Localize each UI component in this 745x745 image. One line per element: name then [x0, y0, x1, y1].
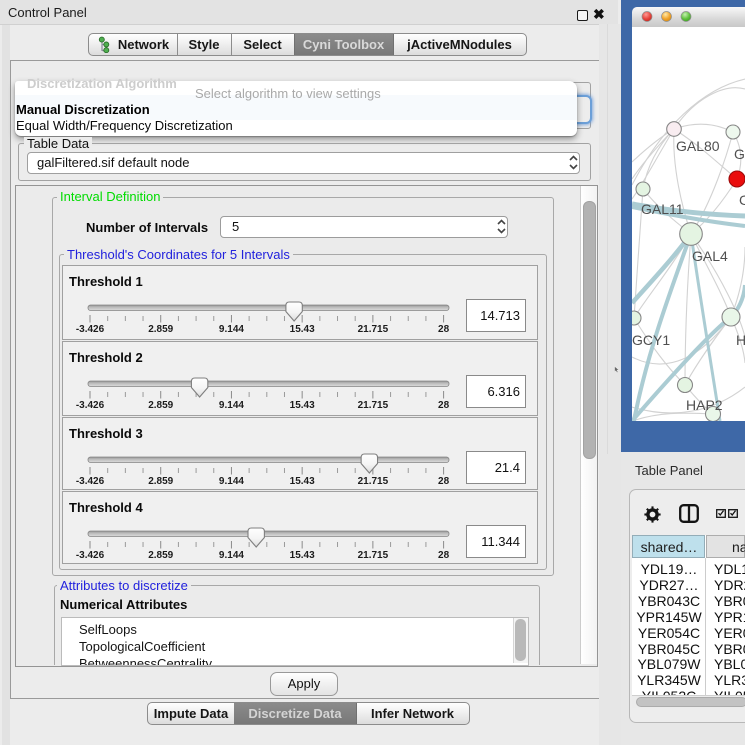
svg-text:-3.426: -3.426 — [76, 400, 105, 411]
svg-text:21.715: 21.715 — [358, 550, 389, 561]
svg-text:9.144: 9.144 — [219, 400, 244, 411]
svg-text:28: 28 — [438, 550, 450, 561]
svg-text:GCY1: GCY1 — [632, 332, 670, 348]
svg-text:15.43: 15.43 — [290, 476, 315, 487]
svg-text:-3.426: -3.426 — [76, 324, 105, 335]
svg-text:-3.426: -3.426 — [76, 476, 105, 487]
svg-text:GA: GA — [734, 146, 745, 162]
svg-text:2.859: 2.859 — [148, 476, 173, 487]
svg-text:21.715: 21.715 — [358, 400, 389, 411]
svg-text:21.715: 21.715 — [358, 324, 389, 335]
svg-text:28: 28 — [438, 324, 450, 335]
svg-text:GAL4: GAL4 — [692, 248, 728, 264]
svg-text:15.43: 15.43 — [290, 400, 315, 411]
svg-text:2.859: 2.859 — [148, 400, 173, 411]
svg-text:9.144: 9.144 — [219, 550, 244, 561]
svg-text:15.43: 15.43 — [290, 550, 315, 561]
svg-text:H: H — [736, 332, 745, 348]
svg-text:9.144: 9.144 — [219, 476, 244, 487]
svg-text:2.859: 2.859 — [148, 550, 173, 561]
svg-text:-3.426: -3.426 — [76, 550, 105, 561]
svg-text:9.144: 9.144 — [219, 324, 244, 335]
svg-text:28: 28 — [438, 476, 450, 487]
svg-text:GAL80: GAL80 — [676, 138, 720, 154]
svg-text:28: 28 — [438, 400, 450, 411]
svg-text:GAL11: GAL11 — [641, 201, 684, 217]
svg-text:HAP2: HAP2 — [686, 397, 723, 413]
svg-text:15.43: 15.43 — [290, 324, 315, 335]
svg-text:2.859: 2.859 — [148, 324, 173, 335]
svg-text:21.715: 21.715 — [358, 476, 389, 487]
svg-text:C: C — [739, 192, 745, 208]
